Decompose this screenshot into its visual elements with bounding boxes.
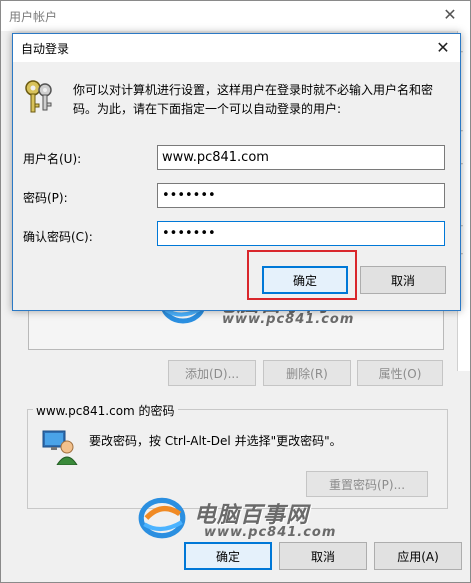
user-password-icon (42, 430, 78, 465)
auto-logon-title: 自动登录 (21, 42, 70, 56)
dialog-cancel-button[interactable]: 取消 (360, 266, 446, 294)
password-label: 密码(P): (23, 191, 68, 205)
main-cancel-button[interactable]: 取消 (279, 542, 367, 570)
close-icon[interactable]: ✕ (432, 37, 454, 59)
username-input[interactable]: www.pc841.com (157, 145, 445, 170)
password-group-title: www.pc841.com 的密码 (33, 402, 178, 419)
close-icon[interactable]: ✕ (440, 5, 460, 25)
properties-button[interactable]: 属性(O) (357, 360, 443, 386)
confirm-password-input[interactable]: ••••••• (157, 221, 445, 246)
password-input[interactable]: ••••••• (157, 183, 445, 208)
remove-user-button[interactable]: 删除(R) (263, 360, 351, 386)
add-user-button[interactable]: 添加(D)... (168, 360, 256, 386)
user-accounts-title: 用户帐户 (9, 10, 58, 24)
auto-logon-description: 你可以对计算机进行设置，这样用户在登录时就不必输入用户名和密码。为此，请在下面指… (73, 83, 434, 116)
apply-button[interactable]: 应用(A) (374, 542, 462, 570)
ok-highlight-box (247, 250, 357, 300)
auto-logon-dialog: 自动登录 ✕ 你可以对计算机进行设置，这样用户在登录时就不必输入用户名和密码。为… (12, 33, 461, 311)
username-label: 用户名(U): (23, 152, 82, 166)
keys-icon (25, 80, 52, 113)
reset-password-button[interactable]: 重置密码(P)... (306, 471, 428, 497)
password-hint: 要改密码，按 Ctrl-Alt-Del 并选择"更改密码"。 (89, 434, 342, 448)
confirm-password-label: 确认密码(C): (23, 230, 93, 244)
main-ok-button[interactable]: 确定 (184, 542, 272, 570)
auto-logon-titlebar: 自动登录 ✕ (13, 34, 460, 62)
user-accounts-titlebar: 用户帐户 ✕ (1, 1, 470, 31)
